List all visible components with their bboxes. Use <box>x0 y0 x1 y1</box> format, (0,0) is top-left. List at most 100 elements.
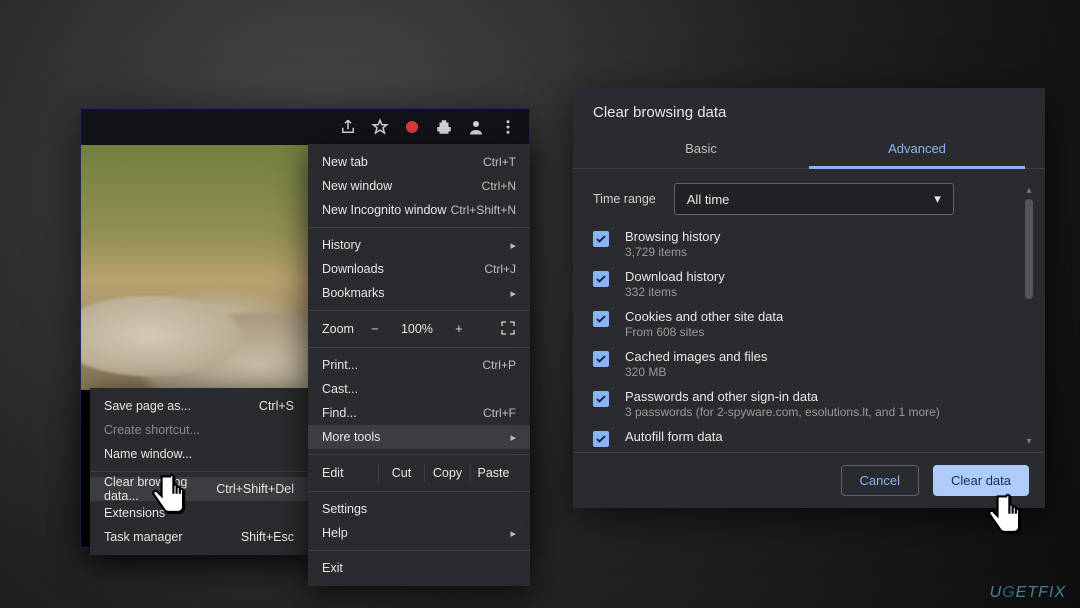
chevron-right-icon: ▸ <box>510 431 516 444</box>
menu-item-label: Extensions <box>104 506 165 520</box>
more-tools-submenu: Save page as... Ctrl+S Create shortcut..… <box>90 388 308 555</box>
checkbox[interactable] <box>593 271 609 287</box>
menu-item-label: Help <box>322 526 348 540</box>
option-text: Browsing history3,729 items <box>625 229 720 259</box>
menu-item-shortcut: Ctrl+Shift+Del <box>216 482 294 496</box>
option-text: Download history332 items <box>625 269 725 299</box>
menu-separator <box>308 347 530 348</box>
option-row: Cached images and files320 MB <box>593 349 1019 379</box>
option-subtitle: 3,729 items <box>625 245 720 259</box>
option-title: Cookies and other site data <box>625 309 783 324</box>
share-icon[interactable] <box>339 118 357 136</box>
option-subtitle: 3 passwords (for 2-spyware.com, esolutio… <box>625 405 940 419</box>
fullscreen-icon[interactable] <box>500 320 516 339</box>
menu-item-cast[interactable]: Cast... <box>308 377 530 401</box>
edit-copy-button[interactable]: Copy <box>424 464 470 482</box>
menu-item-create-shortcut[interactable]: Create shortcut... <box>90 418 308 442</box>
menu-item-label: Name window... <box>104 447 192 461</box>
menu-item-clear-browsing-data[interactable]: Clear browsing data... Ctrl+Shift+Del <box>90 477 308 501</box>
menu-item-find[interactable]: Find... Ctrl+F <box>308 401 530 425</box>
menu-item-downloads[interactable]: Downloads Ctrl+J <box>308 257 530 281</box>
option-title: Download history <box>625 269 725 284</box>
menu-item-label: Edit <box>322 464 378 482</box>
option-row: Download history332 items <box>593 269 1019 299</box>
browser-toolbar <box>81 109 529 145</box>
menu-item-exit[interactable]: Exit <box>308 556 530 580</box>
tab-basic[interactable]: Basic <box>593 131 809 168</box>
menu-item-shortcut: Shift+Esc <box>241 530 294 544</box>
star-icon[interactable] <box>371 118 389 136</box>
clear-data-button[interactable]: Clear data <box>933 465 1029 496</box>
page-content-image <box>81 145 309 390</box>
checkbox[interactable] <box>593 431 609 447</box>
option-subtitle: From 608 sites <box>625 325 783 339</box>
menu-item-label: Cast... <box>322 382 358 396</box>
menu-item-label: Bookmarks <box>322 286 385 300</box>
chevron-right-icon: ▸ <box>510 527 516 540</box>
menu-item-name-window[interactable]: Name window... <box>90 442 308 466</box>
menu-item-label: Find... <box>322 406 357 420</box>
clear-browsing-data-dialog: Clear browsing data Basic Advanced Time … <box>573 88 1045 508</box>
cancel-button[interactable]: Cancel <box>841 465 919 496</box>
time-range-row: Time range All time ▾ <box>593 183 1019 215</box>
option-row: Browsing history3,729 items <box>593 229 1019 259</box>
menu-item-new-tab[interactable]: New tab Ctrl+T <box>308 150 530 174</box>
scrollbar-thumb[interactable] <box>1025 199 1033 299</box>
zoom-out-button[interactable]: − <box>364 322 386 336</box>
record-icon[interactable] <box>403 118 421 136</box>
scroll-down-icon[interactable]: ▾ <box>1026 434 1031 448</box>
dialog-title: Clear browsing data <box>573 88 1045 131</box>
scroll-up-icon[interactable]: ▴ <box>1026 183 1031 197</box>
checkbox[interactable] <box>593 231 609 247</box>
menu-item-label: Exit <box>322 561 343 575</box>
options-list: Browsing history3,729 items Download hist… <box>593 229 1019 447</box>
menu-item-label: Downloads <box>322 262 384 276</box>
menu-item-label: Clear browsing data... <box>104 475 216 503</box>
menu-separator <box>308 310 530 311</box>
menu-item-help[interactable]: Help ▸ <box>308 521 530 545</box>
time-range-value: All time <box>687 192 730 207</box>
option-title: Passwords and other sign-in data <box>625 389 940 404</box>
zoom-in-button[interactable]: + <box>448 322 470 336</box>
menu-item-save-page[interactable]: Save page as... Ctrl+S <box>90 394 308 418</box>
dialog-tabs: Basic Advanced <box>573 131 1045 169</box>
checkbox[interactable] <box>593 311 609 327</box>
menu-item-edit: Edit Cut Copy Paste <box>308 460 530 486</box>
option-title: Autofill form data <box>625 429 723 444</box>
option-title: Cached images and files <box>625 349 767 364</box>
option-text: Cookies and other site dataFrom 608 site… <box>625 309 783 339</box>
menu-item-new-window[interactable]: New window Ctrl+N <box>308 174 530 198</box>
menu-item-more-tools[interactable]: More tools ▸ <box>308 425 530 449</box>
menu-item-label: Print... <box>322 358 358 372</box>
checkbox[interactable] <box>593 391 609 407</box>
time-range-select[interactable]: All time ▾ <box>674 183 954 215</box>
menu-item-incognito[interactable]: New Incognito window Ctrl+Shift+N <box>308 198 530 222</box>
menu-item-label: New tab <box>322 155 368 169</box>
option-row: Cookies and other site dataFrom 608 site… <box>593 309 1019 339</box>
chevron-right-icon: ▸ <box>510 239 516 252</box>
menu-separator <box>308 454 530 455</box>
checkbox[interactable] <box>593 351 609 367</box>
dialog-scrollbar[interactable]: ▴ ▾ <box>1023 183 1035 448</box>
edit-paste-button[interactable]: Paste <box>470 464 516 482</box>
menu-separator <box>90 471 308 472</box>
chevron-right-icon: ▸ <box>510 287 516 300</box>
tab-advanced[interactable]: Advanced <box>809 131 1025 169</box>
menu-item-label: Zoom <box>322 322 354 336</box>
edit-cut-button[interactable]: Cut <box>378 464 424 482</box>
menu-item-extensions[interactable]: Extensions <box>90 501 308 525</box>
extensions-icon[interactable] <box>435 118 453 136</box>
kebab-icon[interactable] <box>499 118 517 136</box>
dialog-footer: Cancel Clear data <box>573 452 1045 508</box>
menu-item-print[interactable]: Print... Ctrl+P <box>308 353 530 377</box>
option-row: Autofill form data <box>593 429 1019 447</box>
menu-item-bookmarks[interactable]: Bookmarks ▸ <box>308 281 530 305</box>
profile-icon[interactable] <box>467 118 485 136</box>
chevron-down-icon: ▾ <box>934 191 941 207</box>
menu-item-task-manager[interactable]: Task manager Shift+Esc <box>90 525 308 549</box>
watermark: UGETFIX <box>990 584 1066 602</box>
menu-item-settings[interactable]: Settings <box>308 497 530 521</box>
menu-item-label: Task manager <box>104 530 183 544</box>
menu-item-history[interactable]: History ▸ <box>308 233 530 257</box>
menu-item-label: More tools <box>322 430 380 444</box>
